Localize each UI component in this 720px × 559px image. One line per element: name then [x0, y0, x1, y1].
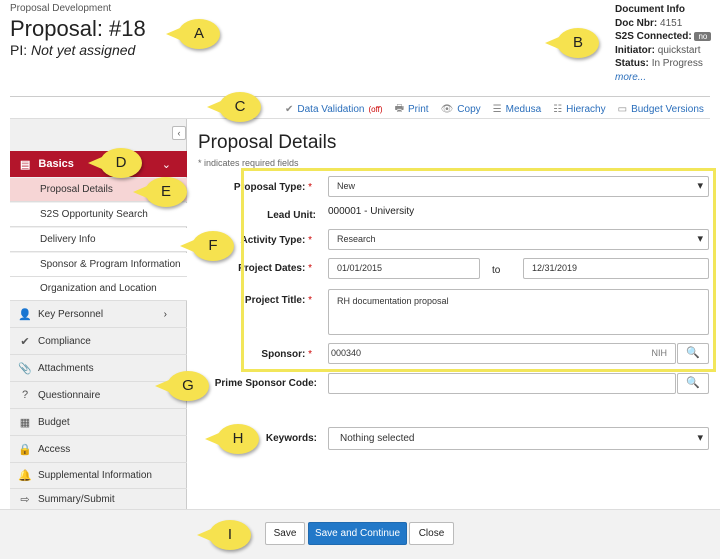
document-icon: ▤ [20, 158, 31, 171]
save-button[interactable]: Save [265, 522, 305, 545]
pi-value: Not yet assigned [31, 42, 136, 58]
budget-versions-label: Budget Versions [631, 104, 704, 115]
doc-nbr: 4151 [660, 17, 683, 29]
docinfo-heading: Document Info [615, 4, 685, 15]
sidebar-item-budget[interactable]: ▦ Budget [10, 409, 187, 436]
person-icon: 👤 [18, 308, 32, 321]
nav-label: Supplemental Information [38, 469, 152, 481]
sidebar-item-organization-location[interactable]: Organization and Location [10, 277, 187, 301]
initiator-label: Initiator: [615, 44, 655, 56]
nav-label: Questionnaire [38, 389, 101, 401]
callout-c: C [207, 92, 261, 122]
callout-g: G [155, 371, 209, 401]
s2s-label: S2S Connected: [615, 31, 692, 42]
callout-f: F [180, 231, 234, 261]
save-continue-button[interactable]: Save and Continue [308, 522, 407, 545]
bell-icon: 🔔 [18, 469, 32, 482]
medusa-label: Medusa [505, 104, 542, 115]
callout-b: B [545, 28, 599, 58]
print-label: Print [408, 104, 429, 115]
calculator-icon: ▦ [19, 416, 31, 429]
s2s-badge: no [694, 32, 712, 41]
nav-label: Budget [38, 416, 70, 428]
chevron-down-icon: ⌄ [161, 158, 171, 171]
initiator: quickstart [657, 44, 701, 56]
basics-label: Basics [38, 158, 74, 170]
search-icon: 🔍 [686, 377, 700, 389]
sidebar-item-sponsor-program[interactable]: Sponsor & Program Information [10, 253, 187, 277]
sidebar-item-access[interactable]: 🔒 Access [10, 436, 187, 463]
status: In Progress [651, 58, 703, 69]
lock-icon: 🔒 [18, 443, 32, 456]
print-link[interactable]: 🖶 Print [395, 101, 429, 118]
nav-label: Access [38, 443, 71, 455]
document-info: Document Info Doc Nbr: 4151 S2S Connecte… [615, 3, 712, 84]
budget-versions-link[interactable]: ▭ Budget Versions [618, 101, 704, 118]
data-validation-label: Data Validation [297, 104, 365, 115]
callout-a: A [166, 19, 220, 49]
more-link[interactable]: more... [615, 72, 646, 83]
medusa-link[interactable]: ☰ Medusa [493, 101, 542, 118]
sidebar-item-key-personnel[interactable]: 👤 Key Personnel › [10, 301, 187, 328]
submit-icon: ⇨ [20, 493, 30, 506]
hierarchy-icon: ☷ [553, 104, 563, 115]
prime-sponsor-search-button[interactable]: 🔍 [677, 373, 709, 394]
money-icon: ▭ [617, 104, 628, 115]
paperclip-icon: 📎 [18, 362, 32, 375]
pi-label: PI: [10, 42, 28, 58]
data-validation-link[interactable]: ✔ Data Validation (off) [285, 101, 383, 118]
sidebar-item-compliance[interactable]: ✔ Compliance [10, 328, 187, 355]
validation-off-badge: (off) [368, 105, 383, 114]
sidebar-item-supplemental[interactable]: 🔔 Supplemental Information [10, 462, 187, 489]
keywords-select[interactable]: Nothing selected [328, 427, 709, 450]
breadcrumb: Proposal Development [10, 3, 112, 14]
callout-d: D [88, 148, 142, 178]
nav-label: Attachments [38, 362, 94, 374]
close-button[interactable]: Close [409, 522, 454, 545]
nav-label: Summary/Submit [38, 493, 115, 505]
sidebar-item-delivery-info[interactable]: Delivery Info [10, 228, 187, 252]
list-icon: ☰ [492, 104, 502, 115]
required-note: * indicates required fields [198, 158, 299, 168]
chevron-right-icon: › [163, 308, 167, 320]
callout-e: E [133, 177, 187, 207]
check-icon: ✔ [285, 104, 294, 115]
copy-link[interactable]: 👁 Copy [441, 101, 481, 118]
callout-h: H [205, 424, 259, 454]
highlight-box [241, 168, 716, 372]
check-icon: ✔ [20, 335, 30, 348]
sidebar-item-summary-submit[interactable]: ⇨ Summary/Submit [10, 488, 187, 510]
print-icon: 🖶 [394, 103, 405, 114]
sidebar-item-attachments[interactable]: 📎 Attachments [10, 355, 187, 382]
hierachy-link[interactable]: ☷ Hierachy [553, 101, 605, 118]
eye-icon: 👁 [440, 104, 454, 115]
doc-nbr-label: Doc Nbr: [615, 17, 658, 29]
toolbar: ✔ Data Validation (off) 🖶 Print 👁 Copy ☰ Medu… [285, 101, 704, 118]
sidebar-collapse-button[interactable]: ‹ [172, 126, 186, 140]
section-title: Proposal Details [198, 132, 337, 153]
callout-i: I [197, 520, 251, 550]
pi-line: PI: Not yet assigned [10, 42, 135, 58]
copy-label: Copy [457, 104, 481, 115]
question-icon: ? [21, 389, 29, 401]
page-title: Proposal: #18 [10, 16, 146, 41]
nav-label: Compliance [38, 335, 91, 347]
prime-sponsor-input[interactable] [328, 373, 676, 394]
divider [10, 96, 710, 97]
status-label: Status: [615, 58, 649, 69]
hierachy-label: Hierachy [566, 104, 606, 115]
nav-label: Key Personnel [38, 308, 104, 320]
